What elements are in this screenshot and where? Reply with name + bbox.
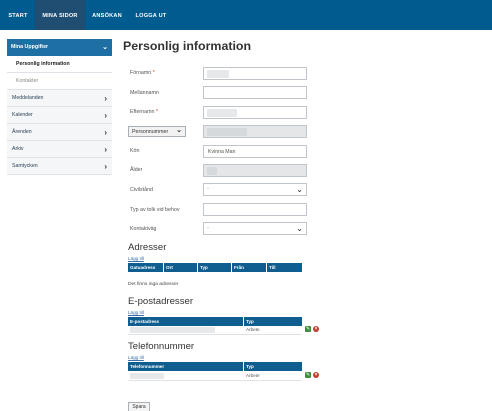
adresser-table-header: Gatuadress Ort Typ Från Till — [128, 263, 302, 272]
chevron-down-icon: ⌄ — [102, 44, 108, 51]
sidebar-item-label: Samtycken — [12, 163, 38, 169]
column-header[interactable]: Ort — [164, 263, 198, 272]
adresser-heading: Adresser — [128, 242, 167, 253]
sidebar-item-kontakter[interactable]: Kontakter — [7, 73, 112, 90]
chevron-down-icon: ⌄ — [296, 224, 303, 233]
redacted-value — [207, 128, 247, 136]
efternamn-input[interactable] — [203, 106, 307, 119]
page-title: Personlig information — [123, 39, 252, 53]
epost-add-link[interactable]: Lägg till — [128, 310, 144, 315]
top-navigation: START MINA SIDOR ANSÖKAN LOGGA UT — [0, 0, 492, 30]
personnummer-label: Personnummer — [132, 129, 169, 135]
sidebar-item-personlig-information[interactable]: Personlig information — [7, 56, 112, 73]
sidebar-item-label: Kalender — [12, 112, 33, 118]
column-header[interactable]: Typ — [244, 317, 302, 326]
nav-mina-sidor[interactable]: MINA SIDOR — [35, 0, 85, 30]
sidebar-item-kalender[interactable]: Kalender › — [7, 107, 112, 124]
kon-label: Kön — [130, 148, 140, 154]
telefon-type-cell: Arbete — [246, 373, 260, 378]
redacted-value — [130, 327, 215, 333]
chevron-down-icon: ⌄ — [296, 185, 303, 194]
edit-icon[interactable]: ✎ — [305, 326, 311, 332]
edit-icon[interactable]: ✎ — [305, 372, 311, 378]
sidebar-item-arkiv[interactable]: Arkiv › — [7, 141, 112, 158]
sidebar-header-label: Mina Uppgifter — [11, 44, 49, 50]
row-divider — [128, 380, 302, 381]
adresser-empty-text: Det finns inga adresser — [128, 282, 179, 287]
column-header[interactable]: E-postadress — [128, 317, 244, 326]
chevron-right-icon: › — [104, 162, 107, 171]
alder-input — [203, 164, 307, 177]
sidebar-item-samtycken[interactable]: Samtycken › — [7, 158, 112, 175]
sidebar-item-arenden[interactable]: Ärenden › — [7, 124, 112, 141]
epost-type-cell: Arbete — [246, 327, 260, 332]
delete-icon[interactable]: × — [313, 372, 319, 378]
column-header[interactable]: Till — [267, 263, 302, 272]
nav-logga-ut[interactable]: LOGGA UT — [129, 0, 173, 30]
column-header[interactable]: Telefonnummer — [128, 362, 244, 371]
nav-start[interactable]: START — [3, 0, 33, 30]
redacted-value — [207, 109, 237, 117]
delete-icon[interactable]: × — [313, 326, 319, 332]
adresser-add-link[interactable]: Lägg till — [128, 256, 144, 261]
chevron-right-icon: › — [104, 128, 107, 137]
epost-table-header: E-postadress Typ — [128, 317, 302, 326]
sidebar-item-label: Arkiv — [12, 146, 24, 152]
sidebar-item-label: Ärenden — [12, 129, 32, 135]
personnummer-type-select[interactable]: Personnummer ⌄ — [128, 126, 186, 137]
column-header[interactable]: Från — [232, 263, 267, 272]
chevron-right-icon: › — [104, 145, 107, 154]
sidebar-item-meddelanden[interactable]: Meddelanden › — [7, 90, 112, 107]
efternamn-label: Efternamn * — [130, 109, 158, 115]
kon-radio-group[interactable]: Kvinna Man — [203, 145, 307, 158]
civilstand-select[interactable]: - ⌄ — [203, 183, 307, 196]
civilstand-label: Civilstånd — [130, 187, 153, 193]
sidebar: Mina Uppgifter ⌄ Personlig information K… — [7, 39, 112, 175]
kontaktvag-label: Kontaktväg — [130, 226, 157, 232]
redacted-value — [207, 70, 229, 78]
telefon-heading: Telefonnummer — [128, 341, 195, 352]
civilstand-value: - — [207, 186, 209, 192]
sidebar-item-label: Meddelanden — [12, 95, 44, 101]
fornamn-input[interactable] — [203, 67, 307, 80]
kontaktvag-select[interactable]: - ⌄ — [203, 222, 307, 235]
alder-label: Ålder — [130, 167, 143, 173]
redacted-value — [207, 167, 217, 175]
tolk-input[interactable] — [203, 203, 307, 216]
chevron-right-icon: › — [104, 111, 107, 120]
redacted-value — [130, 373, 164, 379]
kon-options[interactable]: Kvinna Man — [208, 146, 235, 158]
personnummer-input — [203, 125, 307, 138]
epost-heading: E-postadresser — [128, 296, 194, 307]
column-header[interactable]: Typ — [198, 263, 232, 272]
mellannamn-input[interactable] — [203, 86, 307, 99]
save-button[interactable]: Spara — [128, 402, 150, 411]
chevron-right-icon: › — [104, 94, 107, 103]
telefon-add-link[interactable]: Lägg till — [128, 355, 144, 360]
chevron-down-icon: ⌄ — [176, 127, 182, 134]
nav-ansokan[interactable]: ANSÖKAN — [88, 0, 126, 30]
telefon-table-header: Telefonnummer Typ — [128, 362, 302, 371]
tolk-label: Typ av tolk vid behov — [130, 207, 180, 213]
fornamn-label: Förnamn * — [130, 70, 155, 76]
kontaktvag-value: - — [207, 225, 209, 231]
column-header[interactable]: Gatuadress — [128, 263, 164, 272]
row-divider — [128, 334, 302, 335]
sidebar-header-mina-uppgifter[interactable]: Mina Uppgifter ⌄ — [7, 39, 112, 56]
column-header[interactable]: Typ — [244, 362, 302, 371]
mellannamn-label: Mellannamn — [130, 90, 159, 96]
